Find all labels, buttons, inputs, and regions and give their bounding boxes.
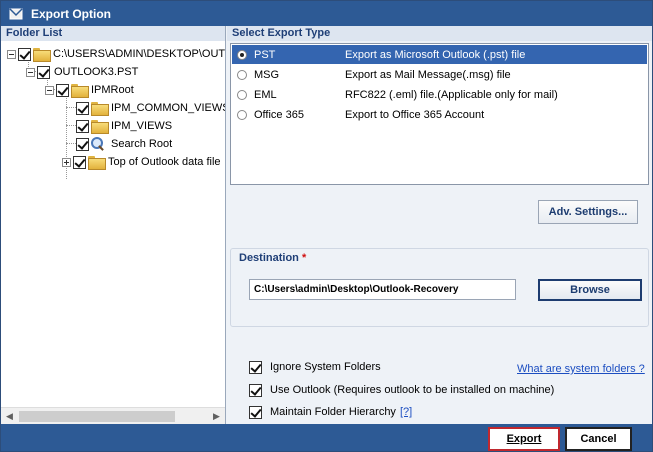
folder-icon [91,120,109,134]
tree-item-label: OUTLOOK3.PST [54,66,139,78]
use-outlook-checkbox[interactable] [249,383,262,397]
folder-tree: C:\USERS\ADMIN\DESKTOP\OUTLOOK OUTLOOK3.… [1,41,225,405]
tree-item-checkbox[interactable] [76,137,89,151]
app-icon [9,7,23,21]
expand-icon[interactable] [62,157,71,167]
tree-item-root-path[interactable]: C:\USERS\ADMIN\DESKTOP\OUTLOOK [7,45,225,63]
hierarchy-help-link[interactable]: [?] [400,406,412,418]
export-option-description: Export as Mail Message(.msg) file [345,69,511,81]
adv-settings-button[interactable]: Adv. Settings... [538,200,638,224]
tree-item-label: Top of Outlook data file [108,156,221,168]
ignore-system-folders-label: Ignore System Folders [270,361,381,373]
use-outlook-label: Use Outlook (Requires outlook to be inst… [270,384,555,396]
system-folders-help-link[interactable]: What are system folders ? [517,363,645,375]
cancel-button[interactable]: Cancel [565,427,632,451]
export-option-name: MSG [254,69,280,81]
tree-item-checkbox[interactable] [76,101,89,115]
export-option-description: Export to Office 365 Account [345,109,485,121]
destination-path-input[interactable]: C:\Users\admin\Desktop\Outlook-Recovery [249,279,516,300]
export-radio[interactable] [237,49,247,60]
export-option-office365[interactable]: Office 365 Export to Office 365 Account [232,105,648,125]
tree-item-top-of-data-file[interactable]: Top of Outlook data file [62,153,221,171]
tree-item-label: C:\USERS\ADMIN\DESKTOP\OUTLOOK [53,48,225,60]
search-icon [91,137,105,151]
collapse-icon[interactable] [45,85,54,95]
tree-item-checkbox[interactable] [18,47,31,61]
browse-button[interactable]: Browse [538,279,642,301]
export-radio[interactable] [237,90,247,100]
scroll-right-icon[interactable]: ▶ [208,408,225,425]
tree-item-ipmroot[interactable]: IPMRoot [45,81,134,99]
tree-item-label: Search Root [111,138,173,150]
tree-item-checkbox[interactable] [73,155,86,169]
export-button-label: Export [506,433,542,445]
tree-item-search-root[interactable]: Search Root [76,135,172,153]
use-outlook-option[interactable]: Use Outlook (Requires outlook to be inst… [249,382,554,398]
folder-list-header: Folder List [1,26,225,41]
maintain-hierarchy-option[interactable]: Maintain Folder Hierarchy [?] [249,404,412,420]
export-option-description: Export as Microsoft Outlook (.pst) file [345,48,526,61]
export-radio[interactable] [237,70,247,80]
tree-item-ipm-common-views[interactable]: IPM_COMMON_VIEWS [76,99,225,117]
maintain-hierarchy-checkbox[interactable] [249,405,262,419]
export-button[interactable]: Export [488,427,560,451]
required-marker: * [301,252,307,264]
export-option-description: RFC822 (.eml) file.(Applicable only for … [345,89,558,101]
collapse-icon[interactable] [26,67,35,77]
destination-label-text: Destination [239,252,299,264]
tree-item-pst-file[interactable]: OUTLOOK3.PST [26,63,138,81]
folder-icon [71,84,89,98]
folder-icon [88,156,106,170]
destination-label: Destination * [239,252,306,264]
horizontal-scrollbar[interactable]: ◀ ▶ [1,407,225,424]
tree-item-label: IPM_VIEWS [111,120,173,132]
maintain-hierarchy-label: Maintain Folder Hierarchy [270,406,396,418]
tree-item-label: IPM_COMMON_VIEWS [111,102,225,114]
tree-item-checkbox[interactable] [37,65,50,79]
tree-item-ipm-views[interactable]: IPM_VIEWS [76,117,172,135]
open-folder-icon [33,48,51,62]
export-type-list: PST Export as Microsoft Outlook (.pst) f… [230,43,649,185]
folder-list-pane: Folder List C:\USERS\ADMIN\DESKTOP\OUTLO… [1,26,226,424]
export-option-name: PST [254,48,276,61]
title-bar: Export Option [1,1,652,26]
export-radio[interactable] [237,110,247,120]
folder-icon [91,102,109,116]
tree-item-label: IPMRoot [91,84,134,96]
export-option-window: Export Option Folder List C:\USERS\ADMIN… [0,0,653,452]
destination-group: Destination * C:\Users\admin\Desktop\Out… [230,248,649,327]
tree-item-checkbox[interactable] [56,83,69,97]
collapse-icon[interactable] [7,49,16,59]
export-option-eml[interactable]: EML RFC822 (.eml) file.(Applicable only … [232,85,648,105]
export-type-header: Select Export Type [227,26,652,41]
export-option-msg[interactable]: MSG Export as Mail Message(.msg) file [232,65,648,85]
export-option-name: Office 365 [254,109,304,121]
window-title: Export Option [31,6,111,21]
export-option-name: EML [254,89,277,101]
scrollbar-thumb[interactable] [19,411,175,422]
tree-item-checkbox[interactable] [76,119,89,133]
ignore-system-folders-option[interactable]: Ignore System Folders [249,359,381,375]
scroll-left-icon[interactable]: ◀ [1,408,18,425]
export-settings-pane: Select Export Type PST Export as Microso… [227,26,652,424]
export-option-pst[interactable]: PST Export as Microsoft Outlook (.pst) f… [232,45,647,64]
ignore-system-folders-checkbox[interactable] [249,360,262,374]
